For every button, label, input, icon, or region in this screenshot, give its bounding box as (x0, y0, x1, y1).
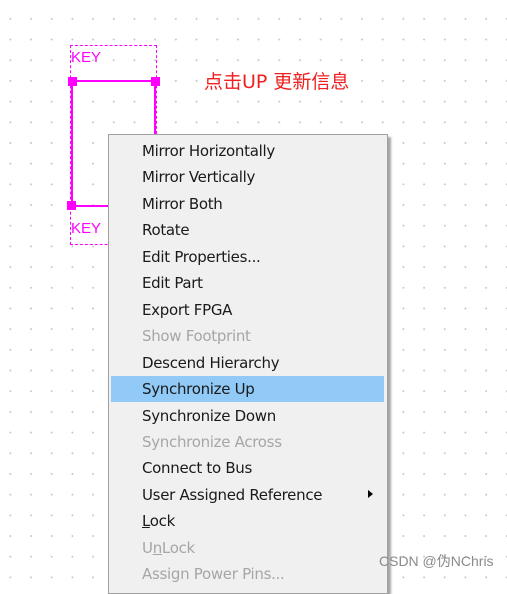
menu-item-show-footprint[interactable]: Show Footprint (111, 323, 384, 349)
menu-item-mirror-vertically[interactable]: Mirror Vertically (111, 164, 384, 190)
menu-item-label: Export FPGA (142, 300, 233, 319)
menu-item-label: Mirror Horizontally (142, 142, 275, 160)
submenu-arrow-icon (368, 489, 373, 498)
menu-item-label: Synchronize Down (142, 406, 276, 425)
pin-handle-top-right[interactable] (151, 77, 160, 86)
part-reference-label-top[interactable]: KEY (71, 49, 101, 66)
menu-item-lock[interactable]: Lock (111, 508, 384, 534)
menu-item-label: Descend Hierarchy (142, 353, 280, 372)
pin-handle-top-left[interactable] (68, 77, 77, 86)
menu-item-edit-properties[interactable]: Edit Properties... (111, 244, 384, 270)
menu-item-label: Edit Part (142, 274, 203, 293)
menu-item-label: Synchronize Across (142, 432, 282, 451)
menu-item-synchronize-across[interactable]: Synchronize Across (111, 429, 384, 455)
part-value-label-bottom[interactable]: KEY (71, 220, 101, 237)
menu-item-export-fpga[interactable]: Export FPGA (111, 297, 384, 323)
menu-item-rotate[interactable]: Rotate (111, 217, 384, 243)
pin-handle-bottom-left[interactable] (67, 201, 76, 210)
menu-item-user-assigned-reference[interactable]: User Assigned Reference (111, 482, 384, 508)
menu-item-label: Synchronize Up (142, 380, 255, 398)
context-menu: Mirror Horizontally Mirror Vertically Mirr… (108, 134, 388, 594)
menu-item-mirror-horizontally[interactable]: Mirror Horizontally (111, 138, 384, 164)
watermark: CSDN @伪NChris (379, 553, 494, 569)
menu-item-descend-hierarchy[interactable]: Descend Hierarchy (111, 350, 384, 376)
part-body-line-right (154, 81, 156, 141)
menu-item-label: Rotate (142, 221, 190, 240)
menu-item-edit-part[interactable]: Edit Part (111, 270, 384, 296)
menu-item-connect-to-bus[interactable]: Connect to Bus (111, 455, 384, 481)
menu-item-label: User Assigned Reference (142, 485, 323, 504)
part-pin-line-bottom (72, 205, 112, 207)
part-pin-line-top (72, 80, 155, 82)
menu-item-label: UnLock (142, 538, 195, 557)
menu-item-label: Edit Properties... (142, 247, 261, 266)
menu-item-assign-power-pins[interactable]: Assign Power Pins... (111, 561, 384, 587)
menu-item-label: Show Footprint (142, 327, 251, 346)
annotation-text: 点击UP 更新信息 (204, 71, 350, 93)
menu-item-label: Mirror Vertically (142, 168, 256, 187)
menu-item-label: Mirror Both (142, 194, 223, 213)
menu-item-label: Connect to Bus (142, 459, 253, 478)
menu-item-mirror-both[interactable]: Mirror Both (111, 191, 384, 217)
part-body-line-left (71, 81, 73, 206)
menu-item-synchronize-up[interactable]: Synchronize Up (111, 376, 384, 402)
menu-item-synchronize-down[interactable]: Synchronize Down (111, 403, 384, 429)
menu-item-unlock[interactable]: UnLock (111, 535, 384, 561)
menu-item-label: Assign Power Pins... (142, 565, 285, 584)
menu-item-label: Lock (142, 512, 176, 531)
